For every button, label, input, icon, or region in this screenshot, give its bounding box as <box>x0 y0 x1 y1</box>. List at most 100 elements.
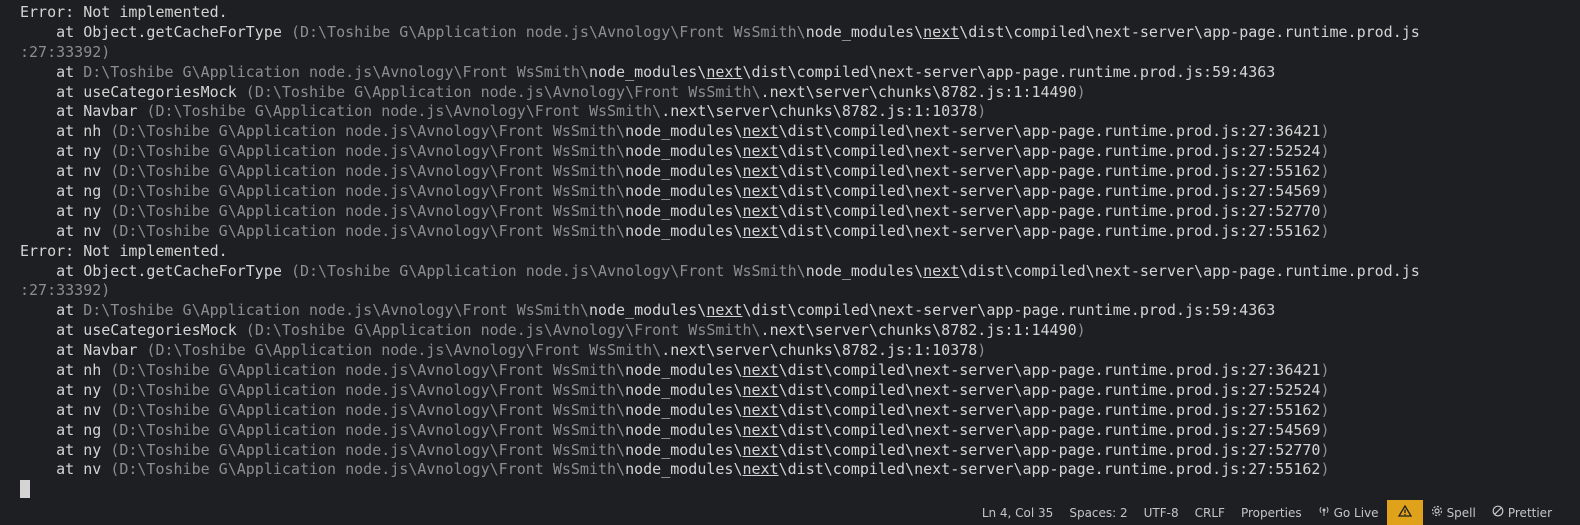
stack-frame-line: :27:33392) <box>20 281 1420 301</box>
path-main: node_modules\ <box>625 440 743 459</box>
path-link[interactable]: next <box>742 460 778 478</box>
encoding-item[interactable]: UTF-8 <box>1136 500 1187 525</box>
at-keyword: at <box>20 361 84 380</box>
path-link[interactable]: next <box>706 63 742 81</box>
stack-frame-line: at ng (D:\Toshibe G\Application node.js\… <box>20 182 1420 202</box>
path-main: node_modules\ <box>625 400 743 419</box>
path-prefix: D:\Toshibe G\Application node.js\Avnolog… <box>155 102 662 121</box>
path-rest: \dist\compiled\next-server\app-page.runt… <box>742 301 1276 320</box>
path-rest: \dist\compiled\next-server\app-page.runt… <box>778 380 1321 399</box>
path-link[interactable]: next <box>742 401 778 419</box>
path-link[interactable]: next <box>742 361 778 379</box>
stack-frame-line: at ny (D:\Toshibe G\Application node.js\… <box>20 142 1420 162</box>
function-name: Navbar <box>83 341 138 360</box>
blocked-icon <box>1492 505 1504 520</box>
path-link[interactable]: next <box>742 441 778 459</box>
function-name: nv <box>83 460 102 479</box>
gear-icon <box>1431 505 1443 520</box>
path-link[interactable]: next <box>923 23 959 41</box>
path-link[interactable]: next <box>742 381 778 399</box>
path-prefix: D:\Toshibe G\Application node.js\Avnolog… <box>119 400 626 419</box>
path-link[interactable]: next <box>742 142 778 160</box>
path-link[interactable]: next <box>742 162 778 180</box>
function-name: Object.getCacheForType <box>83 22 282 41</box>
path-link[interactable]: next <box>706 301 742 319</box>
line-ending-item[interactable]: CRLF <box>1187 500 1233 525</box>
path-main: node_modules\ <box>625 221 743 240</box>
at-keyword: at <box>20 162 84 181</box>
path-main: node_modules\ <box>625 201 743 220</box>
terminal-panel[interactable]: Error: Not implemented. at Object.getCac… <box>0 0 1580 500</box>
stack-frame-line: at useCategoriesMock (D:\Toshibe G\Appli… <box>20 83 1420 103</box>
path-prefix: D:\Toshibe G\Application node.js\Avnolog… <box>119 162 626 181</box>
path-link[interactable]: next <box>742 182 778 200</box>
stack-frame-line: at nv (D:\Toshibe G\Application node.js\… <box>20 162 1420 182</box>
open-paren: ( <box>110 380 120 399</box>
path-rest: \dist\compiled\next-server\app-page.runt… <box>959 22 1420 41</box>
function-name: ny <box>83 201 102 220</box>
function-name: ng <box>83 420 102 439</box>
path-prefix: D:\Toshibe G\Application node.js\Avnolog… <box>299 22 806 41</box>
path-link[interactable]: next <box>742 122 778 140</box>
error-message: Error: Not implemented. <box>20 241 228 260</box>
open-paren: ( <box>110 122 120 141</box>
path-link[interactable]: next <box>742 202 778 220</box>
function-name: ny <box>83 440 102 459</box>
path-rest: \dist\compiled\next-server\app-page.runt… <box>778 420 1321 439</box>
wrapped-location: :27:33392) <box>20 281 111 300</box>
stack-frame-line: at nv (D:\Toshibe G\Application node.js\… <box>20 401 1420 421</box>
path-main: .next\server\chunks\8782.js:1:10378 <box>661 341 978 360</box>
stack-frame-line: at ny (D:\Toshibe G\Application node.js\… <box>20 202 1420 222</box>
function-name: Navbar <box>83 102 138 121</box>
open-paren: ( <box>290 22 300 41</box>
language-mode-label: Properties <box>1240 505 1302 520</box>
close-paren: ) <box>1320 201 1330 220</box>
at-keyword: at <box>20 341 84 360</box>
stack-frame-line: at Object.getCacheForType (D:\Toshibe G\… <box>20 262 1420 282</box>
error-line: Error: Not implemented. <box>20 3 1420 23</box>
spell-button[interactable]: Spell <box>1423 500 1484 525</box>
function-name: nv <box>83 400 102 419</box>
indentation-item[interactable]: Spaces: 2 <box>1061 500 1135 525</box>
path-main: node_modules\ <box>625 420 743 439</box>
path-link[interactable]: next <box>742 421 778 439</box>
stack-frame-line: at ny (D:\Toshibe G\Application node.js\… <box>20 381 1420 401</box>
path-prefix: D:\Toshibe G\Application node.js\Avnolog… <box>83 301 589 320</box>
path-prefix: D:\Toshibe G\Application node.js\Avnolog… <box>83 62 589 81</box>
prettier-button[interactable]: Prettier <box>1484 500 1560 525</box>
cursor-position-item[interactable]: Ln 4, Col 35 <box>974 500 1062 525</box>
function-name: useCategoriesMock <box>83 321 237 340</box>
close-paren: ) <box>1320 420 1330 439</box>
open-paren: ( <box>290 261 300 280</box>
path-prefix: D:\Toshibe G\Application node.js\Avnolog… <box>119 440 626 459</box>
warning-badge[interactable] <box>1386 500 1423 525</box>
close-paren: ) <box>1320 221 1330 240</box>
go-live-button[interactable]: Go Live <box>1310 500 1387 525</box>
encoding-label: UTF-8 <box>1143 505 1179 520</box>
at-keyword: at <box>20 122 84 141</box>
close-paren: ) <box>1320 400 1330 419</box>
at-keyword: at <box>20 261 84 280</box>
path-rest: \dist\compiled\next-server\app-page.runt… <box>778 400 1321 419</box>
path-prefix: D:\Toshibe G\Application node.js\Avnolog… <box>119 182 626 201</box>
path-main: node_modules\ <box>625 380 743 399</box>
at-keyword: at <box>20 201 84 220</box>
line-ending-label: CRLF <box>1194 505 1225 520</box>
open-paren: ( <box>110 162 120 181</box>
path-rest: \dist\compiled\next-server\app-page.runt… <box>742 62 1276 81</box>
path-link[interactable]: next <box>742 222 778 240</box>
path-rest: \dist\compiled\next-server\app-page.runt… <box>778 122 1321 141</box>
open-paren: ( <box>110 142 120 161</box>
open-paren: ( <box>110 460 120 479</box>
path-link[interactable]: next <box>923 262 959 280</box>
language-mode-item[interactable]: Properties <box>1233 500 1310 525</box>
path-main: .next\server\chunks\8782.js:1:14490 <box>760 321 1077 340</box>
